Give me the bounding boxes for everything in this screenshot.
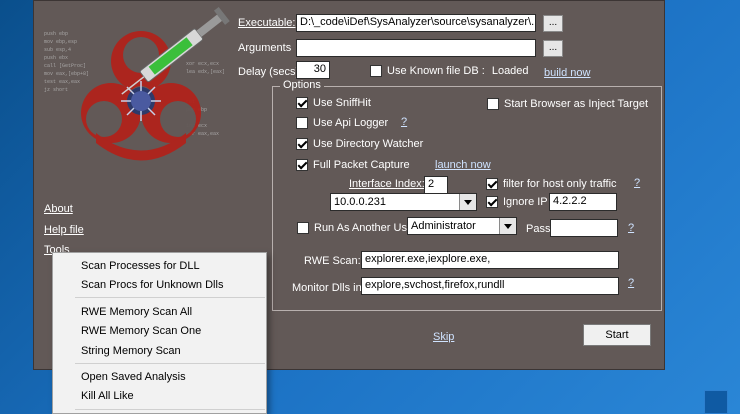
- monitor-dlls-label: Monitor Dlls in:: [292, 282, 365, 294]
- api-logger-help-link[interactable]: ?: [401, 116, 407, 128]
- run-as-user-option[interactable]: Run As Another User: [297, 222, 417, 234]
- api-logger-checkbox[interactable]: [296, 117, 308, 129]
- full-packet-checkbox[interactable]: [296, 159, 308, 171]
- menu-item-open-saved-analysis[interactable]: Open Saved Analysis: [81, 368, 186, 386]
- filter-host-label: filter for host only traffic: [503, 178, 617, 190]
- full-packet-capture-option[interactable]: Full Packet Capture: [296, 159, 410, 171]
- code-line: call [GetProc]: [44, 63, 86, 69]
- pass-help-link[interactable]: ?: [628, 222, 634, 234]
- menu-item-scan-unknown-dlls[interactable]: Scan Procs for Unknown Dlls: [81, 276, 223, 294]
- menu-separator: [75, 409, 265, 410]
- arguments-input[interactable]: [296, 39, 536, 57]
- pass-label: Pass: [526, 223, 551, 235]
- menu-item-scan-processes-dll[interactable]: Scan Processes for DLL: [81, 257, 200, 275]
- code-line: push ebx: [44, 55, 68, 61]
- ignore-ip-label: Ignore IP: [503, 196, 548, 208]
- start-button[interactable]: Start: [583, 324, 651, 346]
- menu-item-kill-all-like[interactable]: Kill All Like: [81, 387, 134, 405]
- known-db-label: Use Known file DB :: [387, 65, 485, 77]
- arguments-label: Arguments: [238, 42, 292, 54]
- taskbar-icon[interactable]: [704, 390, 728, 414]
- tools-context-menu: Scan Processes for DLL Scan Procs for Un…: [52, 252, 267, 414]
- use-sniffhit-option[interactable]: Use SniffHit: [296, 97, 371, 109]
- ignore-ip-input[interactable]: 4.2.2.2: [549, 193, 617, 211]
- filter-host-option[interactable]: filter for host only traffic: [486, 178, 617, 190]
- chevron-down-icon[interactable]: [459, 194, 476, 210]
- executable-label: Executable:: [238, 17, 296, 29]
- rwe-scan-input[interactable]: explorer.exe,iexplore.exe,: [361, 251, 619, 269]
- run-as-user-checkbox[interactable]: [297, 222, 309, 234]
- menu-separator: [75, 297, 265, 298]
- menu-item-rwe-scan-one[interactable]: RWE Memory Scan One: [81, 322, 201, 340]
- executable-path-input[interactable]: D:\_code\iDef\SysAnalyzer\source\sysanal…: [296, 14, 536, 32]
- virus-particle: [121, 81, 161, 121]
- user-select[interactable]: Administrator: [407, 217, 517, 235]
- use-directory-watcher-option[interactable]: Use Directory Watcher: [296, 138, 423, 150]
- monitor-dlls-help-link[interactable]: ?: [628, 277, 634, 289]
- filter-host-checkbox[interactable]: [486, 178, 498, 190]
- known-db-checkbox[interactable]: [370, 65, 382, 77]
- sniffhit-checkbox[interactable]: [296, 97, 308, 109]
- code-line: mov ebp,esp: [44, 39, 77, 45]
- arguments-browse-button[interactable]: ...: [543, 40, 563, 57]
- skip-link[interactable]: Skip: [433, 331, 454, 343]
- directory-watcher-checkbox[interactable]: [296, 138, 308, 150]
- start-browser-option[interactable]: Start Browser as Inject Target: [487, 98, 648, 110]
- code-line: jz short: [44, 87, 68, 93]
- user-value: Administrator: [411, 220, 476, 232]
- chevron-down-icon[interactable]: [499, 218, 516, 234]
- ip-address-select[interactable]: 10.0.0.231: [330, 193, 477, 211]
- known-db-status: Loaded: [491, 65, 529, 77]
- help-file-link[interactable]: Help file: [44, 224, 84, 236]
- options-title: Options: [280, 79, 324, 91]
- use-api-logger-option[interactable]: Use Api Logger: [296, 117, 388, 129]
- start-browser-label: Start Browser as Inject Target: [504, 98, 649, 110]
- delay-label: Delay (secs): [238, 66, 300, 78]
- full-packet-label: Full Packet Capture: [313, 159, 410, 171]
- code-line: mov eax,[ebp+8]: [44, 71, 89, 77]
- run-as-user-label: Run As Another User: [314, 222, 417, 234]
- menu-separator: [75, 363, 265, 364]
- ignore-ip-checkbox[interactable]: [486, 196, 498, 208]
- about-link[interactable]: About: [44, 203, 73, 215]
- menu-item-rwe-scan-all[interactable]: RWE Memory Scan All: [81, 303, 192, 321]
- code-line: sub esp,4: [44, 47, 71, 53]
- menu-item-string-memory-scan[interactable]: String Memory Scan: [81, 342, 181, 360]
- monitor-dlls-input[interactable]: explore,svchost,firefox,rundll: [361, 277, 619, 295]
- start-browser-checkbox[interactable]: [487, 98, 499, 110]
- ip-address-value: 10.0.0.231: [334, 196, 386, 208]
- password-input[interactable]: [550, 219, 618, 237]
- code-line: lea edx,[eax]: [186, 69, 225, 75]
- biohazard-syringe-logo: push ebp mov ebp,esp sub esp,4 push ebx …: [44, 6, 230, 161]
- launch-now-link[interactable]: launch now: [435, 159, 491, 171]
- rwe-scan-label: RWE Scan:: [304, 255, 361, 267]
- sniffhit-label: Use SniffHit: [313, 97, 371, 109]
- interface-index-label: Interface Index:: [349, 178, 425, 190]
- code-line: test eax,eax: [44, 79, 80, 85]
- executable-browse-button[interactable]: ...: [543, 15, 563, 32]
- api-logger-label: Use Api Logger: [313, 117, 389, 129]
- code-line: xor ecx,ecx: [186, 61, 219, 67]
- use-known-db-option[interactable]: Use Known file DB : Loaded: [370, 65, 529, 77]
- code-line: push ebp: [44, 31, 68, 37]
- build-now-link[interactable]: build now: [544, 67, 590, 79]
- ignore-ip-option[interactable]: Ignore IP: [486, 196, 548, 208]
- filter-host-help-link[interactable]: ?: [634, 177, 640, 189]
- delay-input[interactable]: 30: [296, 61, 330, 79]
- directory-watcher-label: Use Directory Watcher: [313, 138, 424, 150]
- interface-index-input[interactable]: 2: [424, 176, 448, 194]
